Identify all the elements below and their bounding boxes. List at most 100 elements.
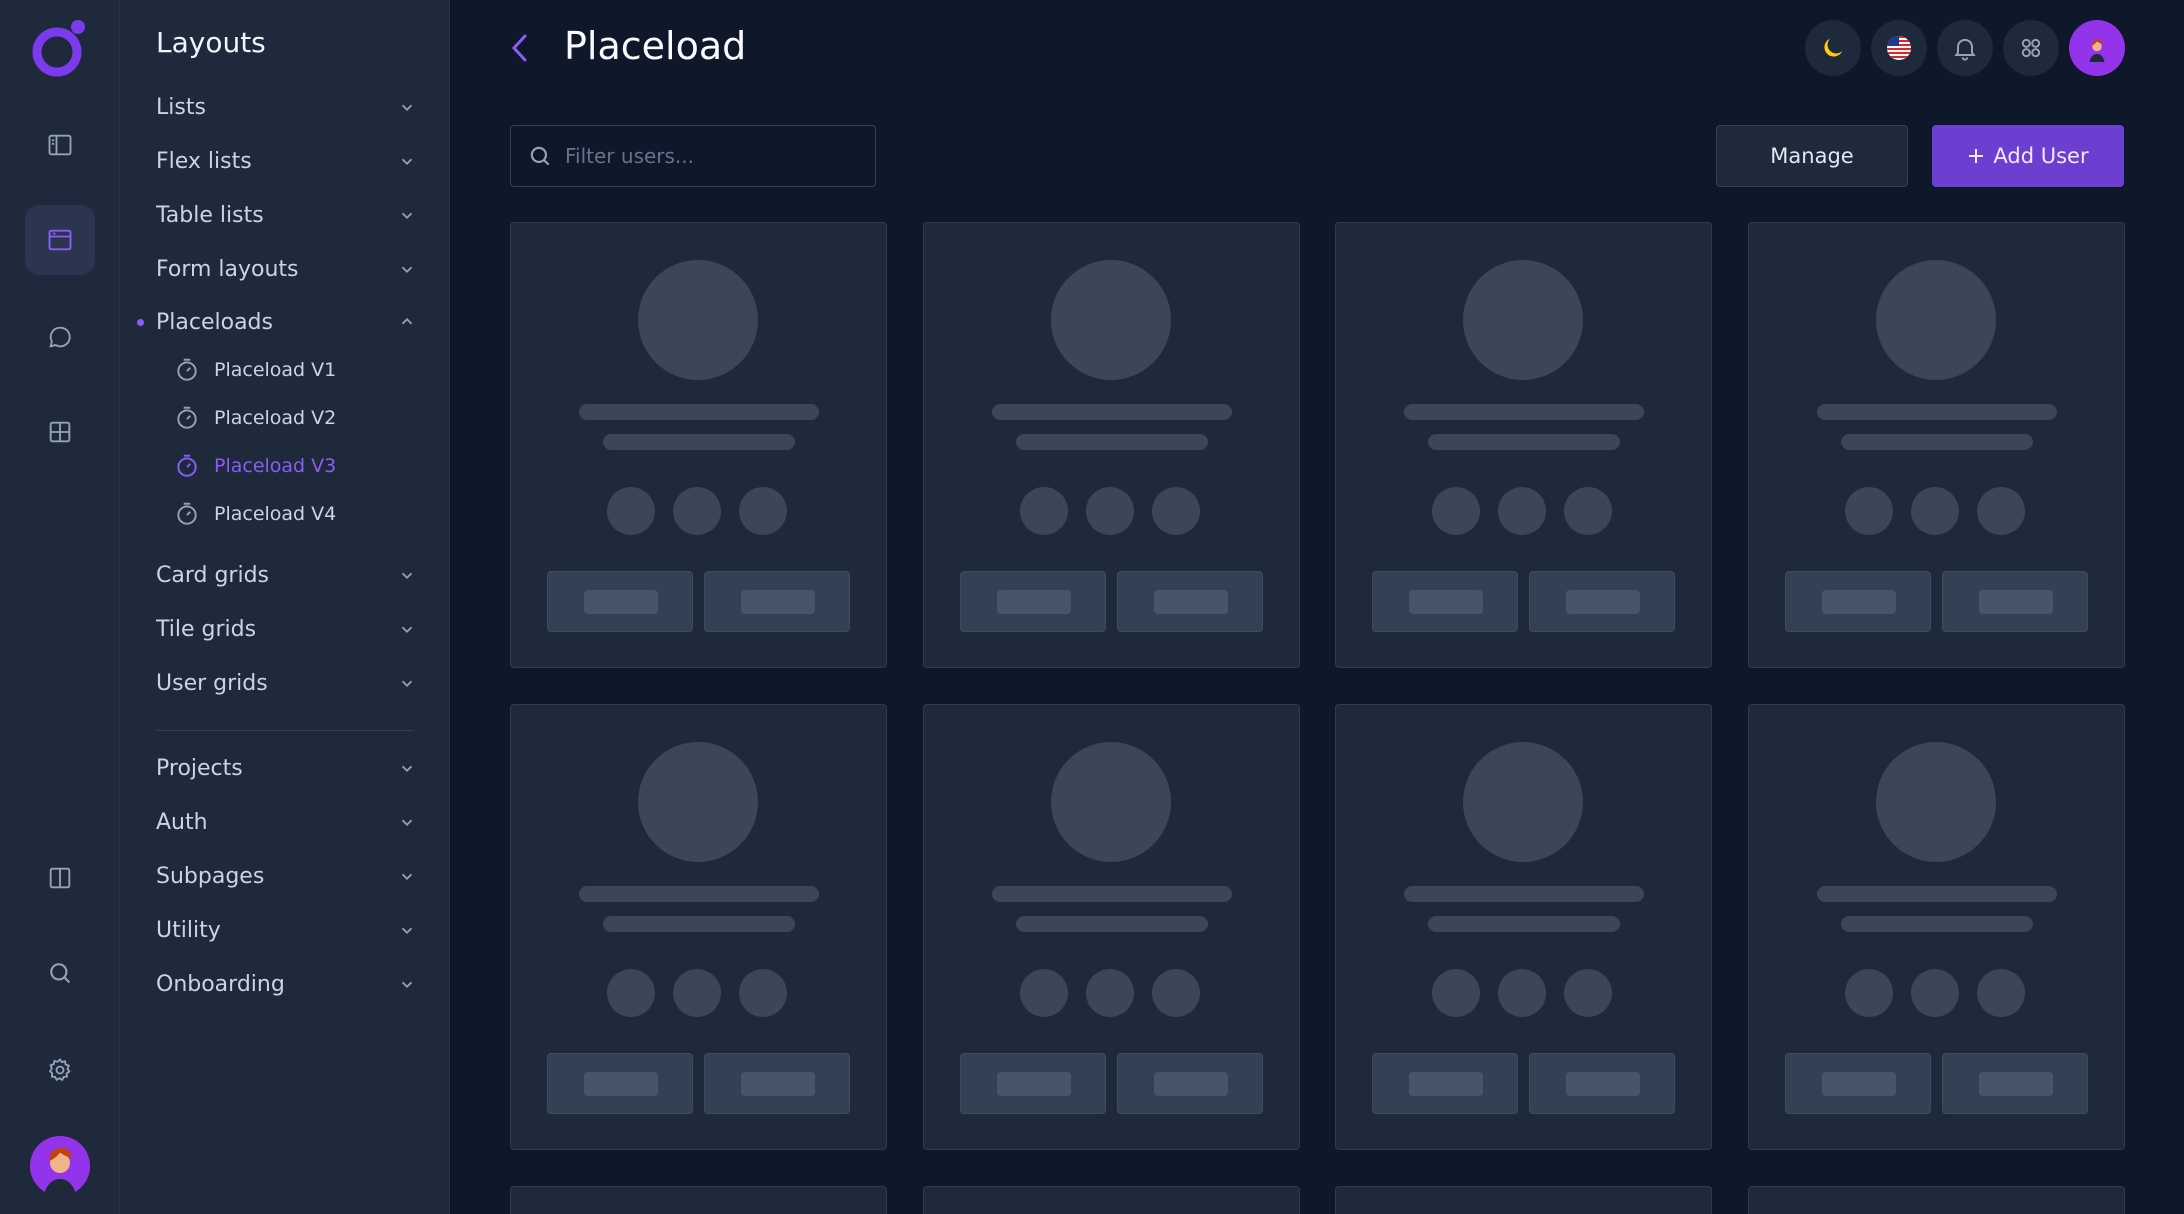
menu-item-utility[interactable]: Utility [156,910,416,950]
menu-item-label: User grids [156,670,268,696]
sidebar-icon[interactable] [25,110,95,180]
placeholder-avatar [1463,260,1583,380]
menu-item-tile-grids[interactable]: Tile grids [156,609,416,649]
timer-icon [177,358,197,381]
placeholder-line [1841,434,2033,450]
placeholder-line [1404,886,1644,902]
us-flag-icon[interactable] [1871,20,1927,76]
menu-item-label: Lists [156,94,206,120]
placeholder-button-label [997,1072,1071,1096]
placeholder-avatar [638,260,758,380]
submenu-item-label: Placeload V1 [214,359,337,381]
moon-icon[interactable] [1805,20,1861,76]
add-user-label: Add User [1993,144,2089,168]
menu-item-subpages[interactable]: Subpages [156,856,416,896]
bell-icon[interactable] [1937,20,1993,76]
placeload-card [1335,704,1712,1150]
placeload-card [1748,222,2125,668]
timer-icon [177,454,197,477]
placeholder-button [704,1053,850,1114]
placeholder-avatar [1876,742,1996,862]
chevron-down-icon [401,266,413,273]
manage-button[interactable]: Manage [1716,125,1908,187]
placeholder-button-label [1566,1072,1640,1096]
placeload-card [923,704,1300,1150]
placeholder-line [603,916,795,932]
menu-item-flex-lists[interactable]: Flex lists [156,141,416,181]
placeholder-dot [1845,969,1893,1017]
menu-item-onboarding[interactable]: Onboarding [156,964,416,1004]
placeholder-avatar [1876,260,1996,380]
timer-icon [177,502,197,525]
plus-icon [1969,149,1984,163]
menu-item-label: Onboarding [156,971,285,997]
placeholder-button-label [584,590,658,614]
chevron-down-icon [401,873,413,880]
placeholder-line [992,886,1232,902]
layout-icon[interactable] [25,205,95,275]
search-input[interactable] [565,144,855,168]
placeholder-dot [1845,487,1893,535]
chevron-down-icon [401,981,413,988]
grid-icon[interactable] [25,397,95,467]
placeholder-button-label [1409,590,1483,614]
submenu-item-placeload-v1[interactable]: Placeload V1 [174,352,336,388]
menu-item-placeloads[interactable]: Placeloads [156,302,416,342]
rail-user-avatar[interactable] [30,1136,90,1196]
menu-item-user-grids[interactable]: User grids [156,663,416,703]
menu-item-label: Projects [156,755,243,781]
placeholder-line [1428,916,1620,932]
back-arrow-icon[interactable] [505,30,537,66]
user-avatar[interactable] [2069,20,2125,76]
menu-item-table-lists[interactable]: Table lists [156,195,416,235]
menu-item-label: Subpages [156,863,265,889]
menu-item-lists[interactable]: Lists [156,87,416,127]
menu-item-projects[interactable]: Projects [156,748,416,788]
add-user-button[interactable]: Add User [1932,125,2124,187]
placeholder-line [1404,404,1644,420]
chevron-down-icon [401,765,413,772]
submenu-item-placeload-v4[interactable]: Placeload V4 [174,496,336,532]
placeholder-button [547,1053,693,1114]
logo-icon[interactable] [28,16,92,80]
submenu-item-placeload-v2[interactable]: Placeload V2 [174,400,336,436]
placeholder-button-label [1566,590,1640,614]
chevron-down-icon [401,819,413,826]
placeholder-line [992,404,1232,420]
chat-icon[interactable] [25,302,95,372]
menu-item-form-layouts[interactable]: Form layouts [156,249,416,289]
search-field[interactable] [510,125,876,187]
menu-item-auth[interactable]: Auth [156,802,416,842]
placeholder-button [704,571,850,632]
placeholder-dot [673,969,721,1017]
submenu-item-placeload-v3[interactable]: Placeload V3 [174,448,336,484]
gear-icon[interactable] [25,1035,95,1105]
placeload-card [1335,1186,1712,1214]
placeholder-button [1372,571,1518,632]
placeholder-dot [1498,487,1546,535]
menu-item-card-grids[interactable]: Card grids [156,555,416,595]
placeholder-button [1942,571,2088,632]
submenu-item-label: Placeload V2 [214,407,337,429]
apps-icon[interactable] [2003,20,2059,76]
placeholder-dot [739,969,787,1017]
placeholder-line [1016,434,1208,450]
placeholder-dot [1020,969,1068,1017]
columns-icon[interactable] [25,843,95,913]
placeholder-button [1785,1053,1931,1114]
placeholder-dot [1152,969,1200,1017]
placeholder-button [960,571,1106,632]
placeholder-button-label [1154,590,1228,614]
placeholder-line [603,434,795,450]
placeholder-avatar [1051,260,1171,380]
search-icon[interactable] [25,938,95,1008]
menu-item-label: Flex lists [156,148,252,174]
placeholder-button [1942,1053,2088,1114]
placeholder-dot [1911,969,1959,1017]
placeholder-line [579,404,819,420]
placeholder-dot [673,487,721,535]
placeholder-dot [1911,487,1959,535]
placeholder-button [1372,1053,1518,1114]
placeholder-line [1428,434,1620,450]
active-dot [137,319,144,326]
